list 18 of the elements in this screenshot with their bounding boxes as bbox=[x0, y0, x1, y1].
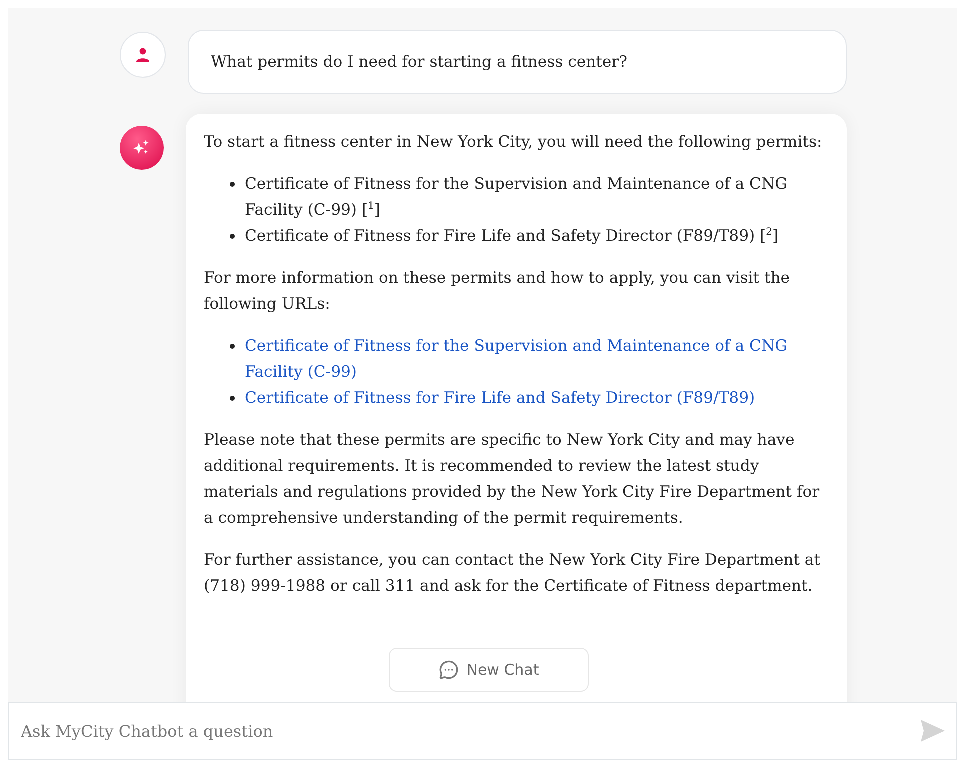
answer-paragraph: Please note that these permits are specific to New York City and may have additional requirements. It is recommended to review the latest study materials and regulations provided by the New York City Fire Department for a comprehensive understanding of the permit requirements. bbox=[204, 430, 821, 529]
permit-item: Certificate of Fitness for the Supervision and Maintenance of a CNG Facility (C-99) [$^{1}$] bbox=[245, 174, 789, 221]
answer-paragraph: For more information on these permits and how to apply, you can visit the following URLs: bbox=[204, 268, 792, 315]
bullet-icon bbox=[230, 396, 235, 401]
permit-link[interactable]: Certificate of Fitness for Fire Life and Safety Director (F89/T89) bbox=[245, 385, 756, 411]
bullet-icon bbox=[230, 344, 235, 349]
permit-item: Certificate of Fitness for Fire Life and Safety Director (F89/T89) [$^{2}$] bbox=[245, 226, 779, 247]
send-icon[interactable] bbox=[920, 719, 946, 743]
permit-link[interactable]: Certificate of Fitness for the Supervision and Maintenance of a CNG Facility (C-99) bbox=[245, 333, 828, 385]
question-field[interactable]: Ask MyCity Chatbot a question bbox=[8, 702, 957, 760]
person-icon bbox=[135, 47, 151, 63]
answer-paragraph: For further assistance, you can contact the New York City Fire Department at (718) 999-1988 or call 311 and ask for the Certificate of Fitness department. bbox=[204, 550, 822, 597]
question-bubble: What permits do I need for starting a fitness center? bbox=[188, 30, 847, 94]
bullet-icon bbox=[230, 182, 235, 187]
bullet-icon bbox=[230, 234, 235, 239]
new-chat-button[interactable]: New Chat bbox=[389, 648, 589, 692]
answer-paragraph: To start a fitness center in New York City, you will need the following permits: bbox=[204, 132, 824, 153]
chat-bubble-icon bbox=[438, 660, 459, 680]
